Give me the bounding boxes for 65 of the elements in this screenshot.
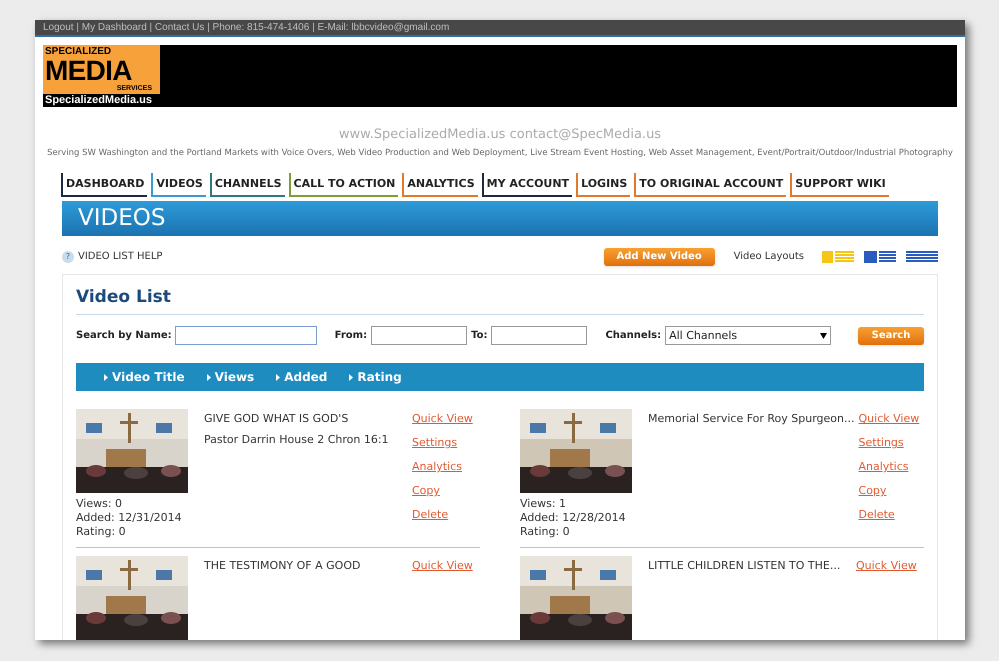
action-link[interactable]: Delete bbox=[412, 507, 448, 524]
help-icon[interactable]: ? bbox=[62, 250, 74, 263]
account-links: Logout | My Dashboard | Contact Us | Phone: 815-474-1406 | E-Mail: lbbcvideo@gmail.com bbox=[43, 21, 450, 35]
views-count: Views: 0 bbox=[76, 497, 124, 512]
from-date-field[interactable] bbox=[371, 326, 468, 346]
field-label: From: bbox=[334, 329, 368, 344]
action-link[interactable]: Quick View bbox=[412, 558, 473, 574]
nav-tab[interactable]: MY ACCOUNT bbox=[482, 173, 572, 198]
nav-tab[interactable]: DASHBOARD bbox=[61, 173, 148, 198]
caret-icon bbox=[349, 374, 354, 381]
video-description: Pastor Darrin House 2 Chron 16:1 bbox=[204, 432, 390, 448]
sort-link[interactable]: Video Title bbox=[104, 368, 185, 386]
name-search-field[interactable] bbox=[174, 326, 317, 346]
add-video-button[interactable]: Add New Video bbox=[604, 248, 715, 266]
logo-text: MEDIA bbox=[44, 57, 132, 85]
video-title: LITTLE CHILDREN LISTEN TO THE... bbox=[648, 558, 842, 574]
caret-icon bbox=[104, 374, 108, 381]
caret-icon bbox=[276, 374, 280, 381]
rating-value: Rating: 0 bbox=[520, 525, 571, 540]
action-link[interactable]: Analytics bbox=[858, 459, 908, 476]
action-link[interactable]: Delete bbox=[858, 507, 895, 524]
list-layout-icon[interactable] bbox=[864, 250, 896, 263]
layouts-label: Video Layouts bbox=[734, 250, 804, 264]
channels-dropdown[interactable]: All Channels bbox=[665, 326, 832, 346]
caret-icon bbox=[206, 374, 211, 381]
services-text: Serving SW Washington and the Portland Markets with Voice Overs, Web Video Production and Web Deployment, Live Stream Event Hosting, Web Asset Management, Event/Portrait/Outdoor/Industrial Photography bbox=[46, 146, 954, 160]
dropdown-arrow-icon bbox=[820, 332, 828, 339]
sort-link[interactable]: Rating bbox=[349, 368, 402, 386]
logo-text: SPECIALIZED bbox=[44, 45, 112, 57]
action-link[interactable]: Quick View bbox=[858, 411, 920, 428]
views-count: Views: 1 bbox=[520, 497, 568, 512]
nav-tab[interactable]: CALL TO ACTION bbox=[288, 173, 398, 198]
compact-layout-icon[interactable] bbox=[906, 250, 938, 263]
field-label: Search by Name: bbox=[76, 329, 172, 344]
video-title: THE TESTIMONY OF A GOOD bbox=[204, 558, 362, 574]
action-link[interactable]: Settings bbox=[858, 435, 904, 452]
action-link[interactable]: Quick View bbox=[856, 558, 917, 574]
logo-text: SpecializedMedia.us bbox=[43, 94, 160, 107]
action-link[interactable]: Quick View bbox=[412, 411, 473, 428]
nav-tab[interactable]: CHANNELS bbox=[210, 173, 285, 198]
search-button[interactable]: Search bbox=[858, 326, 924, 345]
video-title: GIVE GOD WHAT IS GOD'S bbox=[204, 411, 350, 428]
sort-link[interactable]: Added bbox=[276, 368, 328, 386]
field-label: Channels: bbox=[605, 329, 662, 344]
nav-tab[interactable]: VIDEOS bbox=[151, 173, 206, 198]
action-link[interactable]: Copy bbox=[858, 483, 886, 500]
help-link[interactable]: VIDEO LIST HELP bbox=[78, 249, 162, 264]
nav-tab[interactable]: LOGINS bbox=[576, 173, 630, 198]
site-tagline: www.SpecializedMedia.us contact@SpecMedia.us bbox=[338, 126, 662, 144]
action-link[interactable]: Copy bbox=[412, 483, 440, 500]
field-label: To: bbox=[471, 329, 488, 344]
page-title: VIDEOS bbox=[78, 204, 166, 234]
to-date-field[interactable] bbox=[491, 326, 588, 346]
video-title: Memorial Service For Roy Spurgeon... bbox=[648, 411, 855, 428]
added-date: Added: 12/31/2014 bbox=[76, 511, 183, 526]
sort-link[interactable]: Views bbox=[206, 368, 254, 386]
action-link[interactable]: Analytics bbox=[412, 459, 462, 476]
panel-title: Video List bbox=[76, 284, 924, 316]
added-date: Added: 12/28/2014 bbox=[520, 511, 627, 526]
nav-tab[interactable]: SUPPORT WIKI bbox=[790, 173, 889, 198]
nav-tab[interactable]: TO ORIGINAL ACCOUNT bbox=[634, 173, 786, 198]
action-link[interactable]: Settings bbox=[412, 435, 458, 452]
grid-layout-icon[interactable] bbox=[822, 250, 854, 263]
rating-value: Rating: 0 bbox=[76, 525, 127, 540]
nav-tab[interactable]: ANALYTICS bbox=[402, 173, 478, 198]
